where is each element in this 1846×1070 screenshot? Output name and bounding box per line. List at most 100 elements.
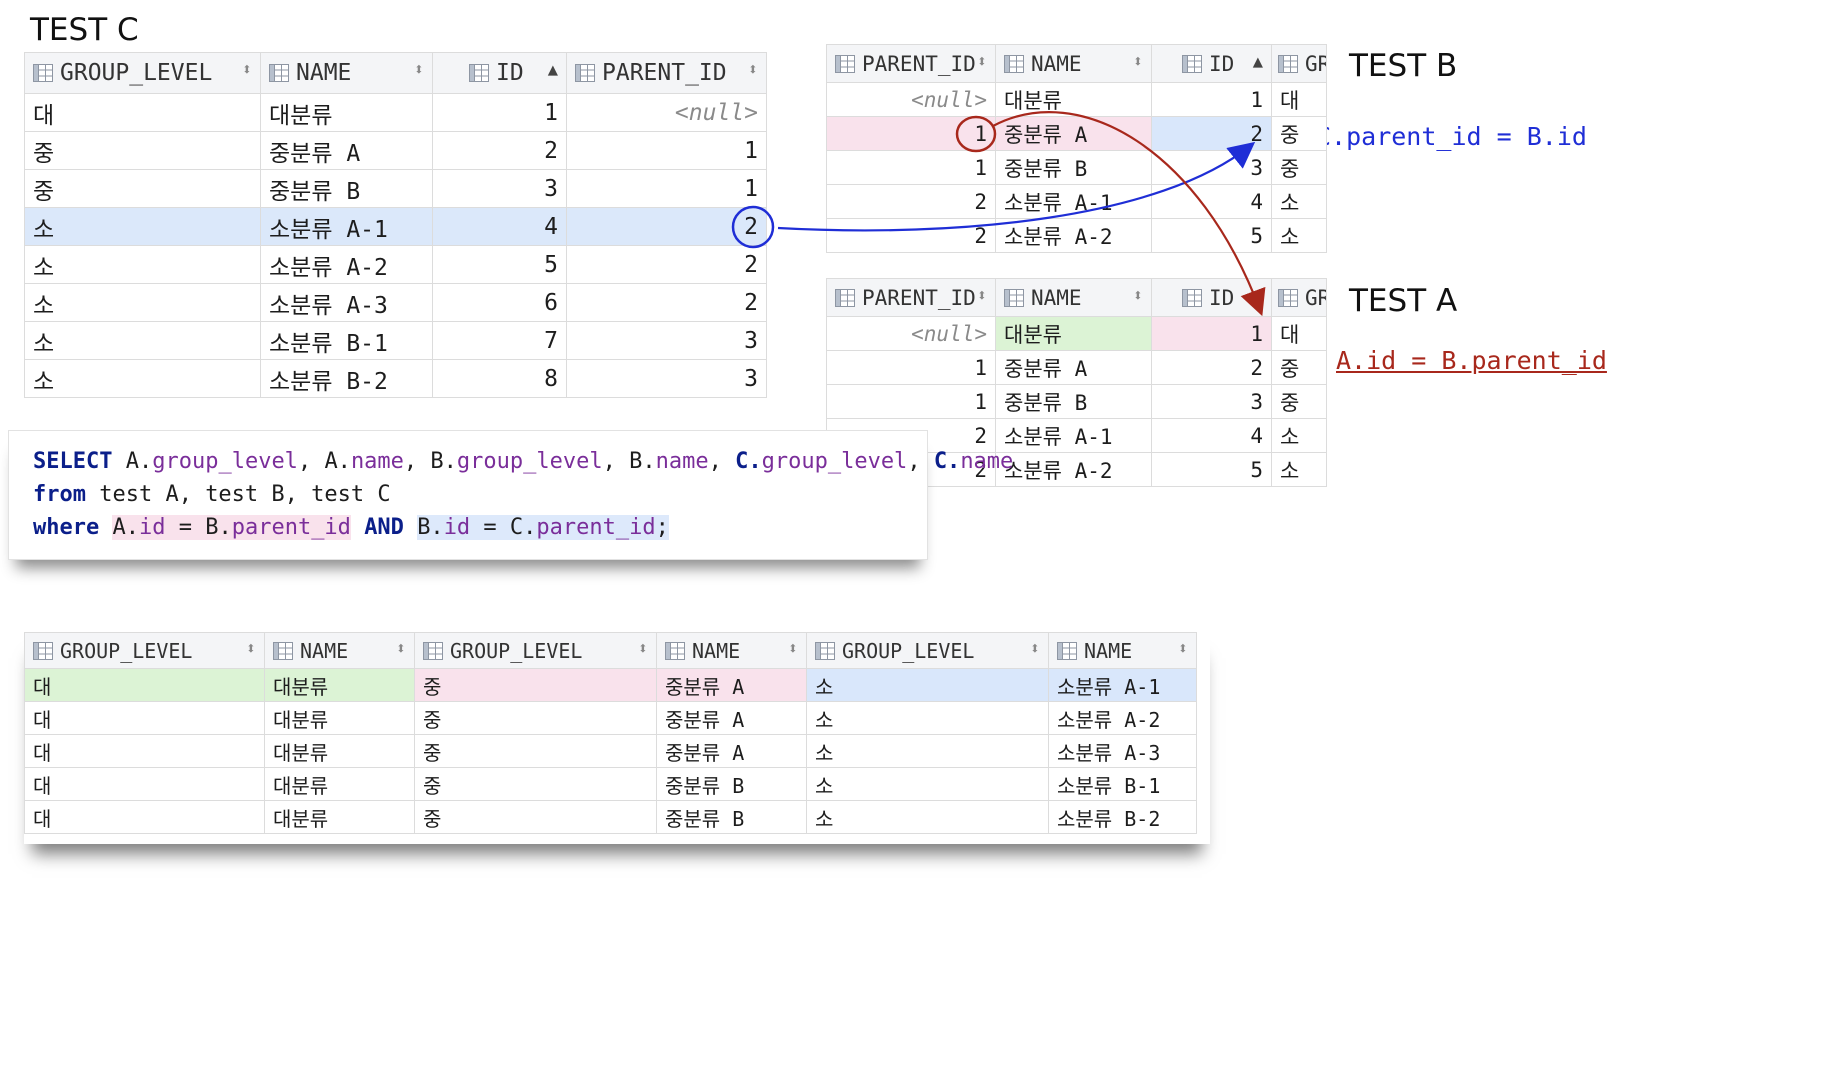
cell: 소 [24,207,261,246]
sort-icon[interactable]: ⬍ [977,52,987,72]
column-header[interactable]: ID [1151,278,1272,317]
column-header[interactable]: GROUP_LEVEL ⬍ [24,632,265,669]
table-row[interactable]: 1 중분류 B3중 [826,150,1327,185]
sort-icon[interactable]: ⬍ [1030,639,1040,659]
column-header[interactable]: NAME ⬍ [264,632,415,669]
cell: 소분류 A-3 [1048,734,1197,768]
cell: 소분류 B-1 [1048,767,1197,801]
column-header[interactable]: GR [1271,44,1327,83]
sort-icon[interactable]: ⬍ [246,639,256,659]
column-header[interactable]: NAME ⬍ [995,278,1152,317]
sort-icon[interactable]: ⬍ [638,639,648,659]
sort-icon[interactable]: ⬍ [1178,639,1188,659]
cell: 3 [1151,384,1272,419]
table-row[interactable]: 1 중분류 B3중 [826,384,1327,419]
table-row[interactable]: 중 중분류 A21 [24,131,767,170]
cell: <null> [826,82,996,117]
cell: 소 [806,767,1049,801]
sort-icon[interactable]: ⬍ [748,60,758,80]
column-header[interactable]: NAME ⬍ [995,44,1152,83]
cell: 중 [1271,384,1327,419]
cell: 2 [566,245,767,284]
cell: 중분류 A [656,701,807,735]
sort-ascending-icon[interactable]: ▲ [1253,52,1263,72]
column-header[interactable]: GR [1271,278,1327,317]
cell: 소분류 A-2 [1048,701,1197,735]
table-row[interactable]: 소 소분류 B-1 7 3 [24,321,767,360]
cell: 대분류 [264,701,415,735]
table-row[interactable]: <null> 대분류 1 대 [826,82,1327,117]
sort-ascending-icon[interactable]: ▲ [548,60,558,80]
result-panel: GROUP_LEVEL ⬍ NAME ⬍ GROUP_LEVEL ⬍ NAME ⬍ GR… [24,632,1210,844]
cell: 중 [414,734,657,768]
cell: 중분류 B [995,384,1152,419]
cell: 소 [24,359,261,398]
table-column-icon [1057,642,1077,660]
column-header[interactable]: ID ▲ [432,52,567,94]
cell: 대분류 [995,316,1152,351]
cell: 대 [24,93,261,132]
test-b-label: TEST B [1349,48,1458,84]
cell: 소 [24,245,261,284]
table-row[interactable]: 2 소분류 A-2 5 소 [826,218,1327,253]
cell: 2 [826,184,996,219]
table-row-selected[interactable]: 소 소분류 A-1 4 2 [24,207,767,246]
sort-icon[interactable]: ⬍ [1133,52,1143,72]
column-header[interactable]: PARENT_ID ⬍ [826,44,996,83]
column-header[interactable]: GROUP_LEVEL ⬍ [24,52,261,94]
table-row[interactable]: 소 소분류 B-2 8 3 [24,359,767,398]
cell: 중분류 A [260,131,433,170]
table-row[interactable]: 대 대분류 중 중분류 B 소 소분류 B-1 [24,767,1197,801]
table-column-icon [469,64,489,82]
cell: 대 [1271,82,1327,117]
cell: 6 [432,283,567,322]
table-row[interactable]: 소 소분류 A-2 5 2 [24,245,767,284]
sort-icon[interactable]: ⬍ [1133,286,1143,306]
column-header[interactable]: GROUP_LEVEL ⬍ [414,632,657,669]
cell: 3 [566,359,767,398]
cell: 소분류 A-1 [1048,668,1197,702]
cell: 소분류 B-2 [1048,800,1197,834]
sort-icon[interactable]: ⬍ [396,639,406,659]
cell: 1 [566,131,767,170]
table-row[interactable]: 중 중분류 B31 [24,169,767,208]
test-c-label: TEST C [30,12,139,48]
cell: 소분류 B-1 [260,321,433,360]
cell: 대 [24,767,265,801]
table-column-icon [423,642,443,660]
sort-icon[interactable]: ⬍ [414,60,424,80]
cell: 5 [1151,452,1272,487]
table-row[interactable]: 1 중분류 A2중 [826,350,1327,385]
column-header[interactable]: NAME ⬍ [656,632,807,669]
table-row[interactable]: 대 대분류 중 중분류 B 소 소분류 B-2 [24,800,1197,834]
table-row[interactable]: 1 중분류 A2중 [826,116,1327,151]
column-header[interactable]: NAME ⬍ [1048,632,1197,669]
sql-condition-b-c: B.id = C.parent_id; [417,515,669,540]
sql-condition-a-b: A.id = B.parent_id [112,515,351,540]
table-row[interactable]: 대 대분류 1 <null> [24,93,767,132]
cell: 중 [24,131,261,170]
table-row[interactable]: 대 대분류 중 중분류 A 소 소분류 A-2 [24,701,1197,735]
table-row[interactable]: 2 소분류 A-1 4 소 [826,184,1327,219]
cell: 3 [566,321,767,360]
column-header[interactable]: GROUP_LEVEL ⬍ [806,632,1049,669]
table-header-row: PARENT_ID⬍ NAME⬍ ID GR [826,278,1327,317]
sort-icon[interactable]: ⬍ [977,286,987,306]
column-header[interactable]: NAME ⬍ [260,52,433,94]
cell: 중 [414,701,657,735]
table-column-icon [33,642,53,660]
cell: 소 [806,668,1049,702]
sort-icon[interactable]: ⬍ [788,639,798,659]
table-row[interactable]: 소 소분류 A-3 6 2 [24,283,767,322]
table-row[interactable]: <null> 대분류 1 대 [826,316,1327,351]
column-header[interactable]: PARENT_ID ⬍ [826,278,996,317]
table-row[interactable]: 대 대분류 중 중분류 A 소 소분류 A-1 [24,668,1197,702]
table-header-row: GROUP_LEVEL ⬍ NAME ⬍ ID ▲ PARENT_ID ⬍ [24,52,767,94]
cell: 중분류 A [656,668,807,702]
cell: 소분류 A-3 [260,283,433,322]
table-row[interactable]: 대 대분류 중 중분류 A 소 소분류 A-3 [24,734,1197,768]
sort-icon[interactable]: ⬍ [242,60,252,80]
table-column-icon [33,64,53,82]
column-header[interactable]: PARENT_ID ⬍ [566,52,767,94]
column-header[interactable]: ID ▲ [1151,44,1272,83]
